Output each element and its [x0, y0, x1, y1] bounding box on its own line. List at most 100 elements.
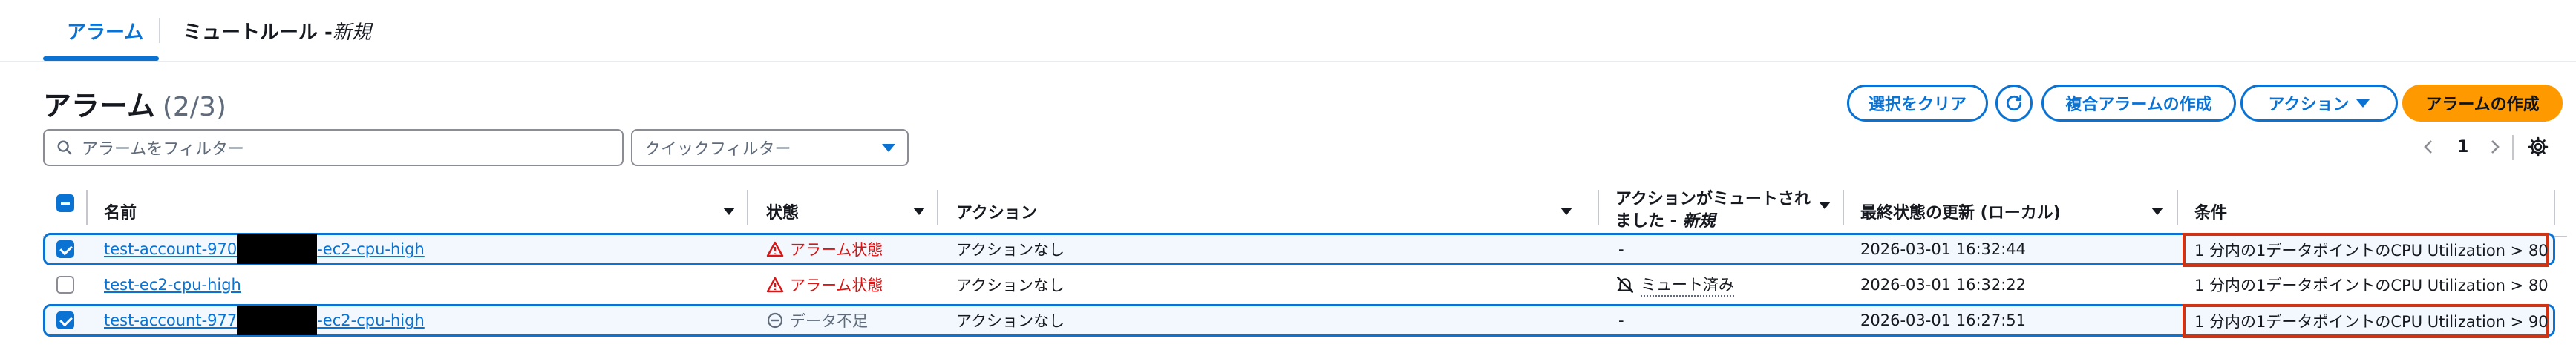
- condition-cell: 1 分内の1データポイントのCPU Utilization > 90: [2194, 313, 2549, 331]
- state-cell: アラーム状態: [766, 233, 883, 265]
- clear-selection-button[interactable]: 選択をクリア: [1847, 85, 1988, 122]
- prev-page-button[interactable]: [2422, 132, 2436, 162]
- row-checkbox[interactable]: [56, 240, 74, 258]
- alarm-name-link[interactable]: test-account-977 -ec2-cpu-high: [104, 304, 425, 337]
- tabs-bar: [0, 0, 2576, 62]
- column-divider: [2554, 190, 2555, 225]
- chevron-right-icon: [2491, 140, 2500, 154]
- create-composite-alarm-label: 複合アラームの作成: [2065, 96, 2212, 114]
- clear-selection-label: 選択をクリア: [1868, 96, 1967, 114]
- last-updated-cell: 2026-03-01 16:27:51: [1860, 311, 2027, 329]
- caret-down-icon: [2356, 99, 2370, 108]
- pager-divider: [2512, 135, 2514, 160]
- refresh-icon: [2006, 94, 2022, 111]
- column-header-last-updated[interactable]: 最終状態の更新 (ローカル): [1860, 188, 2163, 234]
- state-label: アラーム状態: [790, 241, 883, 259]
- page-number[interactable]: 1: [2457, 132, 2468, 162]
- alarm-name-suffix: -ec2-cpu-high: [317, 311, 425, 329]
- create-composite-alarm-button[interactable]: 複合アラームの作成: [2041, 85, 2236, 122]
- sort-caret-icon: [913, 208, 925, 215]
- chevron-left-icon: [2424, 140, 2432, 154]
- row-checkbox[interactable]: [56, 311, 74, 329]
- column-header-conditions[interactable]: 条件: [2194, 188, 2536, 234]
- alarm-name-suffix: -ec2-cpu-high: [317, 240, 425, 258]
- tab-alarms-label: アラーム: [67, 21, 144, 44]
- active-tab-indicator: [43, 56, 159, 61]
- muted-bell-icon: [1616, 277, 1634, 293]
- redacted-block: [237, 306, 318, 335]
- column-state-label: 状態: [766, 204, 800, 222]
- page-title: アラーム (2/3): [43, 83, 226, 124]
- row-checkbox[interactable]: [56, 276, 74, 294]
- tab-mute-rules[interactable]: ミュートルール - 新規: [183, 0, 371, 61]
- muted-cell: -: [1618, 311, 1624, 329]
- alarm-filter-input[interactable]: アラームをフィルター: [43, 129, 624, 166]
- alarm-name-link[interactable]: test-ec2-cpu-high: [104, 268, 241, 301]
- alarm-name: test-ec2-cpu-high: [104, 276, 241, 294]
- column-divider: [1843, 190, 1844, 225]
- alarm-name-prefix: test-account-977: [104, 311, 238, 329]
- table-row[interactable]: [43, 268, 2555, 301]
- search-icon: [57, 140, 72, 155]
- last-updated-cell: 2026-03-01 16:32:44: [1860, 240, 2027, 258]
- column-header-state[interactable]: 状態: [766, 188, 925, 234]
- insufficient-data-icon: [767, 312, 783, 329]
- sort-caret-icon: [1560, 208, 1572, 215]
- state-cell: アラーム状態: [766, 268, 883, 301]
- actions-dropdown-label: アクション: [2268, 96, 2350, 114]
- last-updated-cell: 2026-03-01 16:32:22: [1860, 276, 2027, 294]
- quick-filter-select[interactable]: クイックフィルター: [631, 129, 909, 166]
- redacted-block: [237, 234, 318, 264]
- page-title-text: アラーム: [43, 90, 155, 122]
- column-divider: [86, 190, 88, 225]
- alarm-filter-placeholder: アラームをフィルター: [82, 140, 244, 159]
- gear-icon: [2528, 136, 2549, 157]
- column-last-updated-label: 最終状態の更新 (ローカル): [1860, 204, 2061, 222]
- column-divider: [2177, 190, 2178, 225]
- tab-separator: [159, 18, 160, 43]
- sort-caret-icon: [1819, 202, 1831, 209]
- condition-cell: 1 分内の1データポイントのCPU Utilization > 80: [2194, 277, 2549, 294]
- warning-icon: [766, 277, 784, 293]
- refresh-button[interactable]: [1995, 85, 2033, 122]
- condition-cell: 1 分内の1データポイントのCPU Utilization > 80: [2194, 242, 2549, 260]
- actions-cell: アクションなし: [956, 312, 1065, 330]
- column-header-name[interactable]: 名前: [104, 188, 735, 234]
- sort-caret-icon: [2151, 208, 2163, 215]
- actions-cell: アクションなし: [956, 241, 1065, 259]
- column-actions-label: アクション: [956, 204, 1037, 222]
- column-divider: [747, 190, 748, 225]
- muted-cell: -: [1618, 240, 1624, 258]
- tab-mute-rules-label: ミュートルール -: [183, 21, 333, 44]
- caret-down-icon: [882, 143, 895, 152]
- new-badge: 新規: [332, 21, 371, 44]
- state-label: アラーム状態: [790, 277, 883, 294]
- muted-cell: ミュート済み: [1615, 268, 1734, 301]
- muted-label: ミュート済み: [1641, 273, 1734, 297]
- column-header-actions-muted[interactable]: アクションがミュートされ ました - 新規: [1615, 184, 1831, 237]
- warning-icon: [766, 241, 784, 257]
- select-all-checkbox[interactable]: [56, 194, 74, 212]
- actions-dropdown-button[interactable]: アクション: [2240, 85, 2398, 122]
- state-label: データ不足: [790, 312, 868, 330]
- column-divider: [1598, 190, 1599, 225]
- column-divider: [937, 190, 938, 225]
- table-settings-button[interactable]: [2527, 132, 2549, 162]
- sort-caret-icon: [723, 208, 735, 215]
- tab-alarms[interactable]: アラーム: [67, 0, 143, 61]
- actions-cell: アクションなし: [956, 277, 1065, 294]
- create-alarm-button[interactable]: アラームの作成: [2402, 85, 2563, 122]
- alarm-name-prefix: test-account-970: [104, 240, 238, 258]
- column-header-actions[interactable]: アクション: [956, 188, 1572, 234]
- alarm-name-link[interactable]: test-account-970 -ec2-cpu-high: [104, 233, 425, 265]
- quick-filter-placeholder: クイックフィルター: [644, 140, 791, 159]
- current-page: 1: [2457, 137, 2469, 156]
- create-alarm-label: アラームの作成: [2425, 96, 2540, 114]
- state-cell: データ不足: [766, 304, 868, 337]
- column-muted-label-line2: ました -: [1615, 212, 1683, 231]
- column-muted-new-badge: 新規: [1682, 212, 1716, 231]
- column-conditions-label: 条件: [2194, 204, 2228, 222]
- column-muted-label-line1: アクションがミュートされ: [1615, 190, 1811, 208]
- next-page-button[interactable]: [2487, 132, 2502, 162]
- column-name-label: 名前: [104, 204, 137, 222]
